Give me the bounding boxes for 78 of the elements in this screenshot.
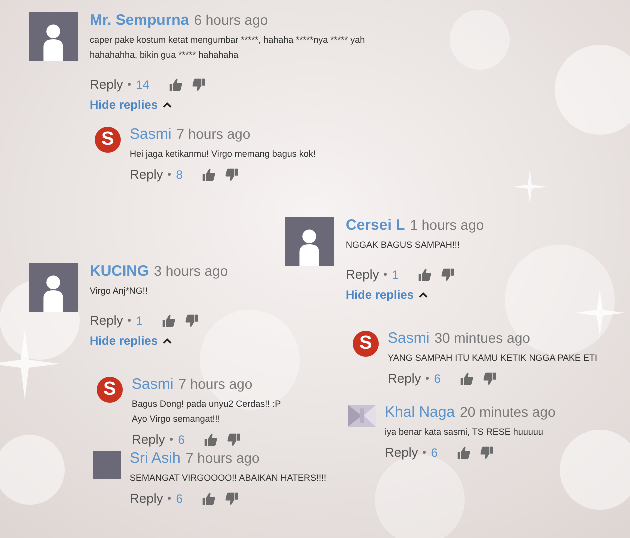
like-count: 6 xyxy=(176,492,183,506)
author-name[interactable]: Sasmi xyxy=(388,330,430,347)
reply-link[interactable]: Reply xyxy=(346,267,380,282)
thumbs-up-icon[interactable] xyxy=(168,78,183,92)
thumbs-down-icon[interactable] xyxy=(224,492,239,506)
separator-dot xyxy=(426,377,430,380)
thumbs-down-icon[interactable] xyxy=(184,314,199,328)
timestamp: 1 hours ago xyxy=(410,217,484,233)
thumbs-down-icon[interactable] xyxy=(440,268,455,282)
timestamp: 7 hours ago xyxy=(186,450,260,466)
avatar-icon xyxy=(93,451,121,479)
reply-link[interactable]: Reply xyxy=(130,491,164,506)
author-name[interactable]: Sasmi xyxy=(130,126,172,143)
author-name[interactable]: Sri Asih xyxy=(130,450,181,467)
comment-text: Virgo Anj*NG!! xyxy=(90,285,148,298)
avatar-icon xyxy=(29,12,78,61)
thumbs-up-icon[interactable] xyxy=(202,168,216,182)
separator-dot xyxy=(168,173,172,176)
timestamp: 3 hours ago xyxy=(154,263,228,279)
timestamp: 6 hours ago xyxy=(194,12,268,28)
reply-link[interactable]: Reply xyxy=(130,167,164,182)
separator-dot xyxy=(128,319,132,322)
like-count: 1 xyxy=(392,268,399,282)
reply-link[interactable]: Reply xyxy=(388,371,422,386)
thumbs-up-icon[interactable] xyxy=(418,268,432,282)
like-count: 6 xyxy=(431,446,438,460)
like-count: 6 xyxy=(178,432,185,446)
author-name[interactable]: Cersei L xyxy=(346,217,406,234)
separator-dot xyxy=(423,451,426,454)
comment-text: Bagus Dong! pada unyu2 Cerdas!! :P Ayo Virgo semangat!!! xyxy=(132,398,282,426)
thumbs-down-icon[interactable] xyxy=(224,168,239,182)
reply-link[interactable]: Reply xyxy=(385,445,418,460)
separator-dot xyxy=(170,438,174,441)
thumbs-up-icon[interactable] xyxy=(460,372,474,386)
comment-text: SEMANGAT VIRGOOOO!! ABAIKAN HATERS!!!! xyxy=(130,472,327,485)
thumbs-up-icon[interactable] xyxy=(204,432,218,446)
sparkle-icon xyxy=(0,330,60,400)
like-count: 1 xyxy=(136,314,143,328)
thumbs-down-icon[interactable] xyxy=(192,78,206,92)
comment-text: iya benar kata sasmi, TS RESE huuuuu xyxy=(385,426,544,439)
comment-text: NGGAK BAGUS SAMPAH!!! xyxy=(346,239,460,252)
thumbs-up-icon[interactable] xyxy=(456,446,471,460)
separator-dot xyxy=(384,273,388,276)
chevron-up-icon[interactable] xyxy=(419,292,428,298)
author-name[interactable]: KUCING xyxy=(90,263,150,280)
avatar-icon xyxy=(29,263,78,312)
thumbs-up-icon[interactable] xyxy=(202,492,216,506)
chevron-up-icon[interactable] xyxy=(163,338,172,344)
thumbs-up-icon[interactable] xyxy=(162,314,176,328)
timestamp: 7 hours ago xyxy=(176,126,251,142)
comment-text: Hei jaga ketikanmu! Virgo memang bagus kok! xyxy=(130,148,316,161)
hide-replies-link[interactable]: Hide replies xyxy=(90,98,172,112)
reply-link[interactable]: Reply xyxy=(90,313,124,328)
author-name[interactable]: Mr. Sempurna xyxy=(90,12,190,29)
like-count: 6 xyxy=(434,372,441,386)
chevron-up-icon[interactable] xyxy=(163,102,172,108)
author-name[interactable]: Khal Naga xyxy=(385,404,456,421)
sparkle-icon xyxy=(575,290,625,336)
thumbs-down-icon[interactable] xyxy=(482,372,497,386)
like-count: 14 xyxy=(136,78,150,92)
reply-link[interactable]: Reply xyxy=(132,432,166,447)
separator-dot xyxy=(128,83,132,86)
timestamp: 7 hours ago xyxy=(178,376,253,392)
separator-dot xyxy=(168,497,172,500)
timestamp: 20 minutes ago xyxy=(460,404,556,420)
timestamp: 30 mintues ago xyxy=(434,330,530,346)
reply-link[interactable]: Reply xyxy=(90,77,124,92)
comment-text: caper pake kostum ketat mengumbar *****, hahaha *****nya ***** yah hahahahha, bikin gua ***** hahahaha xyxy=(90,34,366,62)
comment-text: YANG SAMPAH ITU KAMU KETIK NGGA PAKE ETI xyxy=(388,352,598,365)
sparkle-icon xyxy=(513,170,547,204)
thumbs-down-icon[interactable] xyxy=(226,432,241,446)
like-count: 8 xyxy=(176,168,183,182)
hide-replies-link[interactable]: Hide replies xyxy=(346,288,428,302)
avatar-icon xyxy=(285,217,334,266)
hide-replies-link[interactable]: Hide replies xyxy=(90,334,172,348)
thumbs-down-icon[interactable] xyxy=(480,446,494,460)
author-name[interactable]: Sasmi xyxy=(132,376,174,393)
bokeh-light xyxy=(0,435,65,505)
